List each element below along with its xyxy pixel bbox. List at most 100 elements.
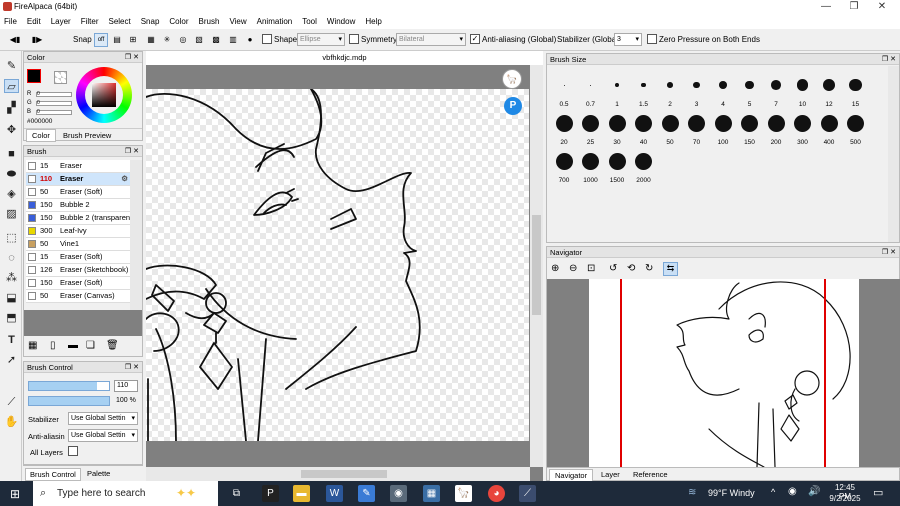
rotate-reset-icon[interactable]: ⟲ [627, 263, 635, 274]
brush-tool-icon[interactable]: ✎ [4, 59, 19, 73]
stabilizer-select[interactable]: Use Global Settin [68, 412, 138, 425]
menu-snap[interactable]: Snap [141, 17, 160, 26]
snap-grid-icon[interactable]: ⊞ [126, 33, 140, 47]
brush-size-option[interactable]: 300 [790, 108, 816, 148]
move-tool-icon[interactable]: ✥ [4, 123, 19, 137]
brush-size-option[interactable]: 1.5 [631, 70, 657, 110]
file-explorer-icon[interactable]: ▬ [293, 485, 310, 502]
clock-date[interactable]: 9/2/2025 [828, 494, 862, 503]
snap-off-button[interactable]: off [94, 33, 108, 47]
tab-layer[interactable]: Layer [601, 470, 620, 479]
task-view-icon[interactable]: ⧉ [228, 485, 245, 502]
brush-size-option[interactable]: 200 [763, 108, 789, 148]
zero-pressure-checkbox[interactable] [647, 34, 657, 44]
magic-wand-icon[interactable]: ⁂ [4, 271, 19, 285]
brush-size-option[interactable]: 3 [684, 70, 710, 110]
snap-perspective-icon[interactable]: ▩ [209, 33, 223, 47]
paint-app-icon[interactable]: ⟋ [519, 485, 536, 502]
brush-size-option[interactable]: 12 [816, 70, 842, 110]
bucket-tool-icon[interactable]: ◈ [4, 187, 19, 201]
brush-list-item[interactable]: 15 Eraser [26, 160, 130, 173]
tab-color[interactable]: Color [26, 129, 56, 142]
delete-brush-icon[interactable]: 🗑 [106, 340, 119, 351]
zoom-in-icon[interactable]: ⊕ [551, 263, 559, 274]
snap-vanish-icon[interactable]: ▥ [226, 33, 240, 47]
eraser-tool-icon[interactable]: ▱ [4, 79, 19, 93]
tab-palette[interactable]: Palette [87, 469, 110, 478]
next-frame-icon[interactable]: ▮▶ [30, 33, 44, 47]
brush-list-item[interactable]: 150 Eraser (Soft) [26, 277, 130, 290]
menu-brush[interactable]: Brush [199, 17, 220, 26]
panel-float-close-icon[interactable]: ❐ ✕ [125, 146, 139, 157]
text-tool-icon[interactable]: T [4, 333, 19, 347]
stabilizer-select[interactable]: 3 [614, 33, 642, 46]
size-slider[interactable] [28, 381, 110, 391]
brush-list-item[interactable]: 50 Vine1 [26, 238, 130, 251]
snap-point-icon[interactable]: ● [243, 33, 257, 47]
menu-edit[interactable]: Edit [27, 17, 41, 26]
start-windows-icon[interactable]: ⊞ [10, 487, 20, 501]
dot-tool-icon[interactable]: ▞ [4, 101, 19, 115]
menu-file[interactable]: File [4, 17, 17, 26]
pixiv-app-icon[interactable]: P [262, 485, 279, 502]
brush-list-item[interactable]: 50 Eraser (Soft) [26, 186, 130, 199]
blue-slider[interactable]: 0 [36, 110, 72, 115]
panel-float-close-icon[interactable]: ❐ ✕ [882, 247, 896, 258]
brush-size-option[interactable]: 4 [710, 70, 736, 110]
brush-size-option[interactable]: 25 [578, 108, 604, 148]
menu-select[interactable]: Select [108, 17, 130, 26]
brush-size-option[interactable]: 10 [790, 70, 816, 110]
snap-curve-icon[interactable]: ▧ [192, 33, 206, 47]
green-slider[interactable]: 0 [36, 101, 72, 106]
brush-list-item[interactable]: 126 Eraser (Sketchbook) [26, 264, 130, 277]
menu-window[interactable]: Window [327, 17, 355, 26]
new-brush-icon[interactable]: ▯ [50, 340, 56, 351]
menu-help[interactable]: Help [365, 17, 381, 26]
brush-list-item[interactable]: 15 Eraser (Soft) [26, 251, 130, 264]
menu-color[interactable]: Color [169, 17, 188, 26]
menu-layer[interactable]: Layer [51, 17, 71, 26]
panel-float-close-icon[interactable]: ❐ ✕ [125, 52, 139, 63]
brush-size-option[interactable]: 150 [737, 108, 763, 148]
red-slider[interactable]: 0 [36, 92, 72, 97]
panel-float-close-icon[interactable]: ❐ ✕ [125, 362, 139, 373]
zoom-fit-icon[interactable]: ⊡ [587, 263, 595, 274]
symmetry-select[interactable]: Bilateral [396, 33, 466, 46]
note-app-icon[interactable]: ✎ [358, 485, 375, 502]
canvas-filename-tab[interactable]: vbfhkdjc.mdp [146, 51, 543, 65]
rotate-left-icon[interactable]: ↺ [609, 263, 617, 274]
menu-filter[interactable]: Filter [81, 17, 99, 26]
brush-settings-icon[interactable]: ▦ [28, 340, 37, 351]
operation-tool-icon[interactable]: ➚ [4, 353, 19, 367]
snap-parallel-icon[interactable]: ▤ [110, 33, 124, 47]
minimize-button[interactable]: — [812, 1, 840, 13]
maximize-button[interactable]: ❐ [840, 1, 868, 13]
panel-float-close-icon[interactable]: ❐ ✕ [882, 54, 896, 65]
select-eraser-icon[interactable]: ⬒ [4, 311, 19, 325]
tab-reference[interactable]: Reference [633, 470, 668, 479]
brush-size-option[interactable]: 15 [843, 70, 869, 110]
brush-list-scrollbar[interactable] [130, 160, 142, 310]
zoom-out-icon[interactable]: ⊖ [569, 263, 577, 274]
drawing-canvas[interactable] [146, 89, 529, 441]
symmetry-checkbox[interactable] [349, 34, 359, 44]
antialias-select[interactable]: Use Global Settin [68, 429, 138, 442]
tab-brush-control[interactable]: Brush Control [25, 468, 81, 481]
brush-size-option[interactable]: 100 [710, 108, 736, 148]
brush-size-option[interactable]: 50 [657, 108, 683, 148]
brush-size-option[interactable]: 70 [684, 108, 710, 148]
snap-lines-icon[interactable]: ▦ [144, 33, 158, 47]
brush-size-option[interactable]: 0.7 [578, 70, 604, 110]
opacity-slider[interactable] [28, 396, 110, 406]
snap-radial-icon[interactable]: ✳ [160, 33, 174, 47]
shape-select[interactable]: Ellipse [297, 33, 345, 46]
navigator-preview[interactable] [547, 279, 900, 467]
brush-size-option[interactable]: 40 [631, 108, 657, 148]
size-value[interactable]: 110 [114, 380, 138, 392]
brush-size-option[interactable]: 1000 [578, 146, 604, 186]
brush-list-item[interactable]: 110 Eraser ⚙ [26, 173, 130, 186]
brush-size-option[interactable]: 1500 [604, 146, 630, 186]
antialias-checkbox[interactable]: ✓ [470, 34, 480, 44]
duplicate-brush-icon[interactable]: ❏ [86, 340, 95, 351]
brush-list-item[interactable]: 300 Leaf-Ivy [26, 225, 130, 238]
